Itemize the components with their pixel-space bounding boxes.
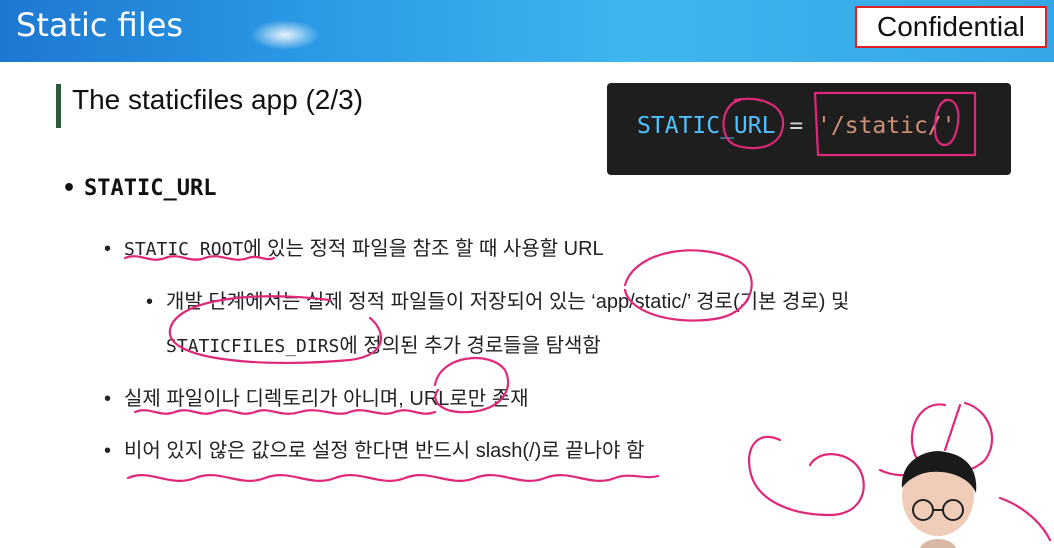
annotation-circle: [722, 97, 785, 150]
annotation-scribble: [998, 496, 1052, 542]
annotation-scribble: [747, 435, 865, 517]
annotation-underline: [126, 474, 660, 482]
annotation-underline: [123, 255, 276, 261]
annotation-circle: [168, 295, 383, 364]
annotation-circle: [933, 98, 960, 146]
annotation-box: [813, 91, 977, 157]
annotation-scribble: [943, 403, 962, 452]
presenter-avatar: [901, 451, 977, 548]
annotation-circle: [623, 249, 753, 322]
annotation-circle: [433, 356, 510, 414]
annotation-underline: [133, 409, 437, 415]
